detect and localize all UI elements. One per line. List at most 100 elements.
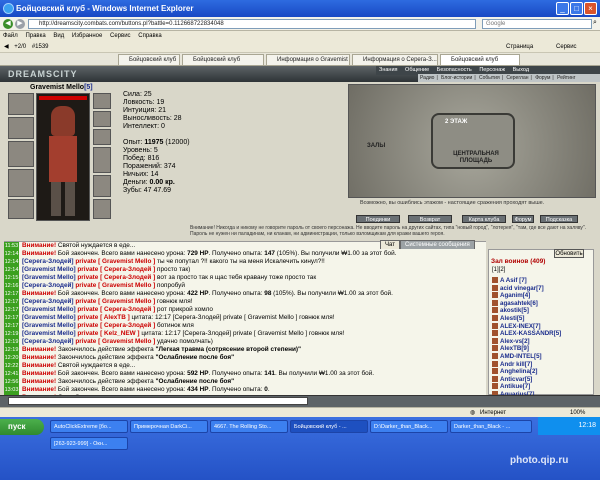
tab-chat[interactable]: Чат — [380, 240, 400, 249]
character-name[interactable]: Gravemist Mello[5] — [30, 84, 93, 91]
search-input[interactable]: Google — [482, 19, 592, 29]
nav-exit[interactable]: Выход — [513, 67, 529, 73]
menu-favorites[interactable]: Избранное — [72, 33, 102, 39]
earring-slot-icon[interactable] — [93, 93, 111, 109]
page-menu[interactable]: Страница — [506, 41, 533, 53]
chat-sender[interactable]: [Gravemist Mello] — [22, 330, 76, 337]
service-menu[interactable]: Сервис — [556, 41, 577, 53]
chat-time[interactable]: 12:17 — [4, 322, 19, 330]
chat-sender[interactable]: [Gravemist Mello] — [22, 266, 76, 273]
chat-sender[interactable]: [Серега-Злодей] — [22, 258, 74, 265]
tab-1[interactable]: Бойцовский клуб — [118, 54, 180, 65]
taskbar-app[interactable]: Примерочная DarkCi... — [130, 420, 208, 433]
ring-slot-icon[interactable] — [93, 111, 111, 127]
clock[interactable]: 12:18 — [578, 422, 596, 429]
club-map-button[interactable]: Карта клуба — [462, 215, 506, 223]
gloves-slot-icon[interactable] — [93, 147, 111, 173]
weapon-slot-icon[interactable] — [8, 141, 34, 167]
chat-time[interactable]: 12:17 — [4, 314, 19, 322]
taskbar-app-active[interactable]: Бойцовский клуб - ... — [290, 420, 368, 433]
subnav-blog[interactable]: Блог-истории — [441, 75, 472, 81]
taskbar-app[interactable]: 4667. The Rolling Sto... — [210, 420, 288, 433]
shield-slot-icon[interactable] — [93, 175, 111, 197]
chat-sender[interactable]: [Серега-Злодей] — [22, 338, 74, 345]
menu-edit[interactable]: Правка — [25, 33, 45, 39]
ring-slot-icon[interactable] — [93, 129, 111, 145]
club-map[interactable]: 2 ЭТАЖ ЗАЛЫ ЦЕНТРАЛЬНАЯ ПЛОЩАДЬ — [348, 84, 596, 198]
chat-sender[interactable]: [Gravemist Mello] — [22, 322, 76, 329]
subnav-forum[interactable]: Форум — [535, 75, 550, 81]
tab-system-messages[interactable]: Системные сообщения — [400, 240, 475, 249]
chat-time[interactable]: 11:53 — [4, 242, 19, 250]
chat-time[interactable]: 12:56 — [4, 378, 19, 386]
subnav-sereglan[interactable]: Сереглан — [506, 75, 528, 81]
minimize-button[interactable]: _ — [556, 2, 569, 15]
subnav-rating[interactable]: Рейтинг — [557, 75, 575, 81]
nav-character[interactable]: Персонаж — [479, 67, 505, 73]
helmet-slot-icon[interactable] — [8, 93, 34, 115]
taskbar-app[interactable]: D:\Darker_than_Black... — [370, 420, 448, 433]
chat-log[interactable]: 11:53 Внимание! Святой нуждается в еде...… — [4, 241, 486, 395]
duels-button[interactable]: Поединки — [356, 215, 400, 223]
menu-file[interactable]: Файл — [3, 33, 18, 39]
chat-time[interactable]: 12:17 — [4, 306, 19, 314]
chat-time[interactable]: 12:15 — [4, 274, 19, 282]
chat-time[interactable]: 12:19 — [4, 338, 19, 346]
nav-security[interactable]: Безопасность — [437, 67, 472, 73]
forward-icon[interactable]: ▶ — [15, 19, 25, 29]
chat-time[interactable]: 12:22 — [4, 362, 19, 370]
return-button[interactable]: Возврат — [408, 215, 452, 223]
menu-view[interactable]: Вид — [53, 33, 64, 39]
refresh-button[interactable]: Обновить — [554, 249, 584, 258]
map-label-square[interactable]: ЦЕНТРАЛЬНАЯ ПЛОЩАДЬ — [441, 151, 511, 165]
tab-5[interactable]: Бойцовский клуб — [440, 54, 520, 65]
address-input[interactable]: http://dreamscity.combats.com/buttons.pl… — [28, 19, 476, 29]
nav-communication[interactable]: Общение — [405, 67, 429, 73]
chat-time[interactable]: 12:17 — [4, 298, 19, 306]
chat-sender[interactable]: [Gravemist Mello] — [22, 306, 76, 313]
maximize-button[interactable]: □ — [570, 2, 583, 15]
hint-button[interactable]: Подсказка — [540, 215, 578, 223]
subnav-events[interactable]: События — [479, 75, 500, 81]
map-label-halls[interactable]: ЗАЛЫ — [367, 143, 385, 149]
taskbar-app[interactable]: [263-923-999] - Окн... — [50, 437, 128, 450]
start-button[interactable]: пуск — [0, 419, 44, 435]
taskbar-app[interactable]: Darker_than_Black - ... — [450, 420, 532, 433]
tab-2[interactable]: Бойцовский клуб — [182, 54, 264, 65]
chat-time[interactable]: 12:19 — [4, 346, 19, 354]
tab-3[interactable]: Информация о Gravemist ... — [266, 54, 350, 65]
nav-knowledge[interactable]: Знания — [379, 67, 398, 73]
chat-sender[interactable]: [Gravemist Mello] — [22, 314, 76, 321]
clan-icon — [492, 292, 498, 299]
chat-time[interactable]: 12:16 — [4, 282, 19, 290]
subnav-radio[interactable]: Радио — [420, 75, 434, 81]
back-icon[interactable]: ◀ — [3, 19, 13, 29]
boots-slot-icon[interactable] — [93, 199, 111, 219]
chat-input[interactable] — [8, 397, 308, 405]
chat-time[interactable]: 12:20 — [4, 354, 19, 362]
forum-button[interactable]: Форум — [512, 215, 534, 223]
taskbar-app[interactable]: AutoClickExtreme [бо... — [50, 420, 128, 433]
armor-slot-icon[interactable] — [8, 169, 34, 197]
amulet-slot-icon[interactable] — [8, 117, 34, 139]
map-label-floor[interactable]: 2 ЭТАЖ — [445, 119, 467, 125]
belt-slot-icon[interactable] — [8, 199, 34, 219]
menu-tools[interactable]: Сервис — [110, 33, 131, 39]
chat-time[interactable]: 12:14 — [4, 258, 19, 266]
search-icon[interactable]: ⌕ — [593, 19, 599, 29]
chat-sender[interactable]: [Gravemist Mello] — [22, 274, 76, 281]
chat-time[interactable]: 13:03 — [4, 386, 19, 394]
menu-help[interactable]: Справка — [138, 33, 162, 39]
close-icon[interactable]: × — [584, 2, 597, 15]
chat-time[interactable]: 12:17 — [4, 290, 19, 298]
chat-sender[interactable]: [Серега-Злодей] — [22, 282, 74, 289]
chat-time[interactable]: 12:14 — [4, 266, 19, 274]
chat-time[interactable]: 12:14 — [4, 250, 19, 258]
chat-time[interactable]: 12:19 — [4, 330, 19, 338]
back-small-icon[interactable]: ◀ — [4, 44, 9, 50]
chat-sender[interactable]: [Серега-Злодей] — [22, 298, 74, 305]
chat-text: цитата: 12:17 [Серега-Злодей] private [ … — [129, 314, 335, 321]
tab-4[interactable]: Информация о Серега-З... — [352, 54, 438, 65]
chat-time[interactable]: 12:41 — [4, 370, 19, 378]
warriors-pager[interactable]: [1][2] — [492, 267, 505, 273]
